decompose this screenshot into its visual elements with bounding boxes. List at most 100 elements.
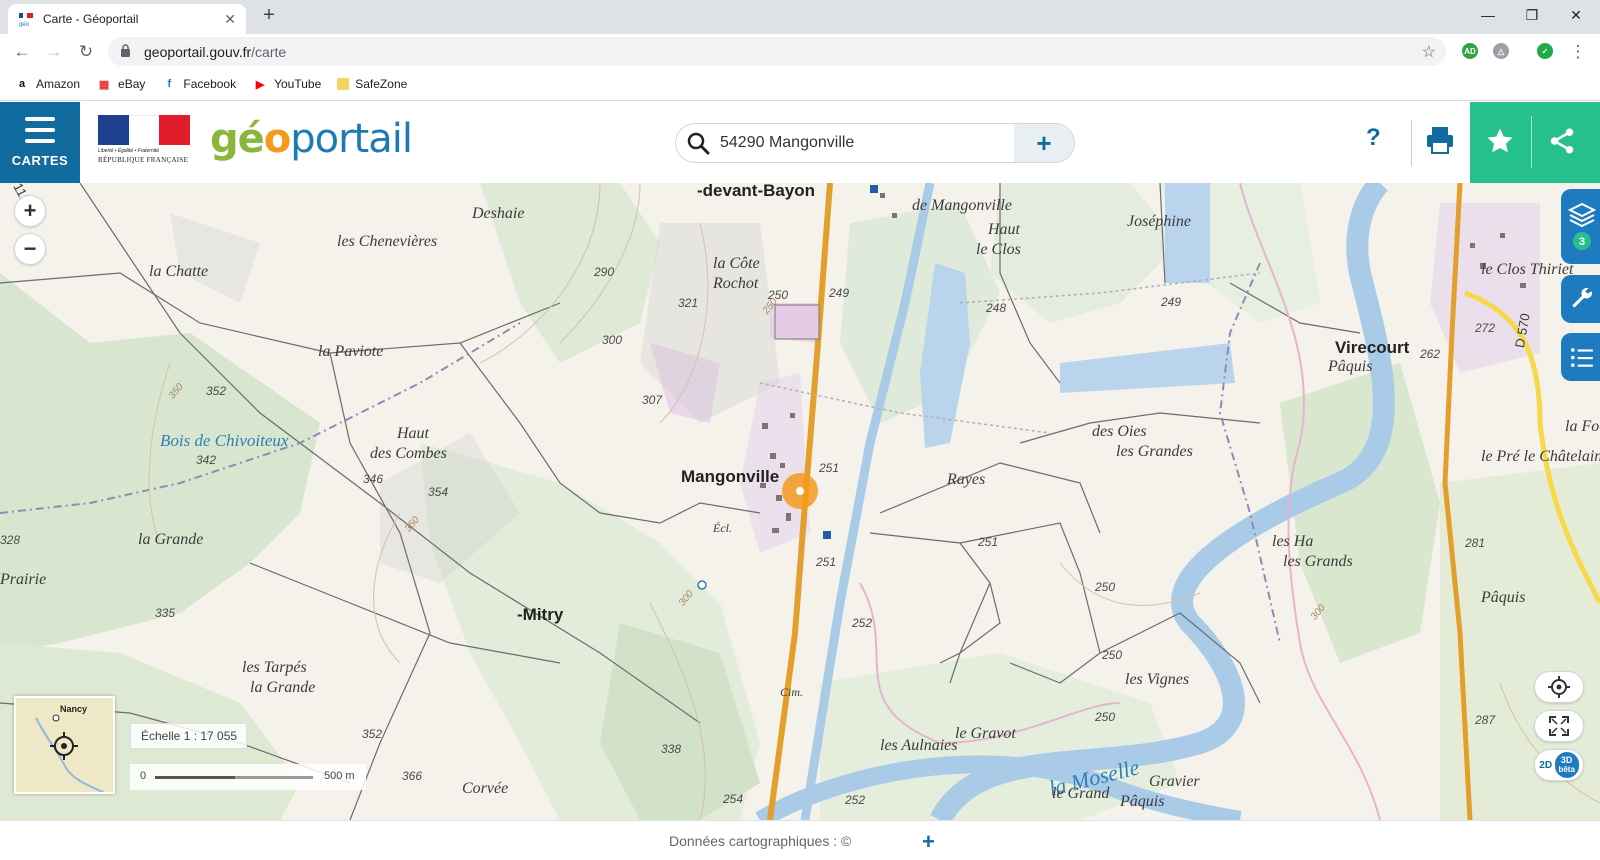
bookmark-safezone[interactable]: SafeZone [337,77,407,91]
altitude-label: 251 [819,461,840,475]
ebay-icon: ▦ [98,78,110,91]
layers-count: 3 [1579,236,1585,248]
wrench-icon [1572,287,1593,308]
account-toolbar [1470,102,1600,183]
bookmarks-bar: a Amazon ▦ eBay f Facebook ▶ YouTube SafeZone [0,68,1600,101]
geoportail-favicon: géo [19,13,33,27]
altitude-label: 254 [723,792,744,806]
altitude-label: 321 [678,296,699,310]
map-place-label: le Pré le Châtelain [1481,448,1600,465]
geolocate-button[interactable] [1534,671,1584,703]
url-path: /carte [251,43,287,60]
map-place-label: la Folie [1565,418,1600,435]
url-domain: geoportail.gouv.fr [144,43,252,60]
altitude-label: 328 [0,533,21,547]
close-window-icon[interactable]: ✕ [1554,0,1598,30]
forward-icon[interactable]: → [42,40,66,64]
browser-tabstrip: géo Carte - Géoportail ✕ + — ❐ ✕ [0,0,1600,34]
menu-icon[interactable]: ⋮ [1566,40,1590,64]
zoom-out-button[interactable]: − [14,233,46,265]
minimize-icon[interactable]: — [1466,0,1510,30]
marianne-icon [98,115,191,145]
geoportail-logo[interactable]: géoportail [210,116,413,162]
altitude-label: 354 [428,485,449,499]
back-icon[interactable]: ← [10,40,34,64]
map-place-label: Deshaie [472,205,525,222]
altitude-label: 250 [1102,648,1123,662]
map-place-label: les Tarpés [242,659,307,676]
bookmark-label: Amazon [36,77,81,91]
reload-icon[interactable]: ↻ [74,40,98,64]
drive-icon[interactable]: △ [1493,43,1509,59]
shield-icon[interactable]: ✓ [1537,43,1553,59]
legend-button[interactable] [1561,333,1600,381]
scale-start: 0 [140,770,147,782]
view-2d-label[interactable]: 2D [1539,760,1552,771]
browser-tab[interactable]: géo Carte - Géoportail ✕ [8,4,246,34]
print-icon[interactable] [1424,124,1456,156]
tab-close-icon[interactable]: ✕ [224,11,236,28]
bookmark-youtube[interactable]: ▶ YouTube [252,76,321,92]
favorites-star-icon[interactable] [1482,123,1518,159]
adblock-icon[interactable]: AD [1462,43,1478,59]
map-place-label: la Grande [250,679,316,696]
map-place-label: le Clos [976,241,1021,258]
bookmark-label: eBay [118,77,146,91]
cartes-menu-button[interactable]: CARTES [0,102,80,183]
altitude-label: 346 [363,472,384,486]
browser-toolbar: ← → ↻ geoportail.gouv.fr/carte ☆ AD △ ✓ ⋮ [0,34,1600,68]
map-place-label: Cim. [780,685,804,699]
altitude-label: 307 [642,393,663,407]
altitude-label: 250 [1095,580,1116,594]
search-icon[interactable] [676,131,720,155]
map-place-label: Bois de Chivoiteux [160,431,289,450]
map-place-label: le Grand [1052,785,1110,802]
map-place-label: Gravier [1149,773,1200,790]
tab-title: Carte - Géoportail [43,12,139,26]
search-input[interactable]: 54290 Mangonville [720,134,1014,152]
map-place-label: Joséphine [1127,213,1191,230]
altitude-label: 281 [1465,536,1486,550]
altitude-label: 352 [206,384,227,398]
folder-icon [337,78,350,90]
map-place-label: les Grands [1283,553,1353,570]
address-bar[interactable]: geoportail.gouv.fr/carte ☆ [108,37,1446,66]
map-view[interactable]: -devant-Bayon Deshaie les Chenevières la Ch… [0,183,1600,820]
map-place-label: les Chenevières [337,233,438,250]
rf-motto: Liberté • Égalité • Fraternité [98,148,160,154]
view-3d-button[interactable]: 3D bêta [1554,752,1579,778]
search-advanced-button[interactable]: + [1014,124,1074,162]
credits-expand-button[interactable]: + [922,829,935,855]
help-button[interactable]: ? [1366,124,1381,152]
map-credits: Données cartographiques : © [669,833,852,849]
hamburger-icon [25,117,55,143]
altitude-label: 251 [978,535,999,549]
map-place-label: les Ha [1272,533,1314,550]
maximize-icon[interactable]: ❐ [1510,0,1554,30]
view-mode-toggle[interactable]: 2D 3D bêta [1534,749,1584,781]
scale-end: 500 m [324,770,355,782]
new-tab-button[interactable]: + [256,4,282,27]
altitude-label: 366 [402,769,423,783]
bookmark-ebay[interactable]: ▦ eBay [96,76,146,92]
zoom-in-button[interactable]: + [14,195,46,227]
fullscreen-icon [1549,716,1569,736]
map-footer: Données cartographiques : © + [0,820,1600,860]
bookmark-star-icon[interactable]: ☆ [1422,42,1436,62]
tools-button[interactable] [1561,275,1600,323]
bookmark-facebook[interactable]: f Facebook [161,76,237,92]
overview-minimap[interactable]: Nancy [14,696,115,794]
altitude-label: 335 [155,606,176,620]
share-icon[interactable] [1544,123,1580,159]
republique-francaise-logo: Liberté • Égalité • Fraternité RÉPUBLIQU… [98,115,192,171]
altitude-label: 338 [661,742,682,756]
amazon-icon: a [18,78,26,90]
fullscreen-button[interactable] [1534,710,1584,742]
map-place-label: la Grande [138,531,204,548]
bookmark-amazon[interactable]: a Amazon [14,76,80,92]
bookmark-label: SafeZone [355,77,408,91]
map-place-label: Haut [988,221,1020,238]
layers-button[interactable]: 3 [1561,189,1600,264]
search-bar[interactable]: 54290 Mangonville + [675,123,1075,163]
map-place-label: -devant-Bayon [697,183,816,200]
